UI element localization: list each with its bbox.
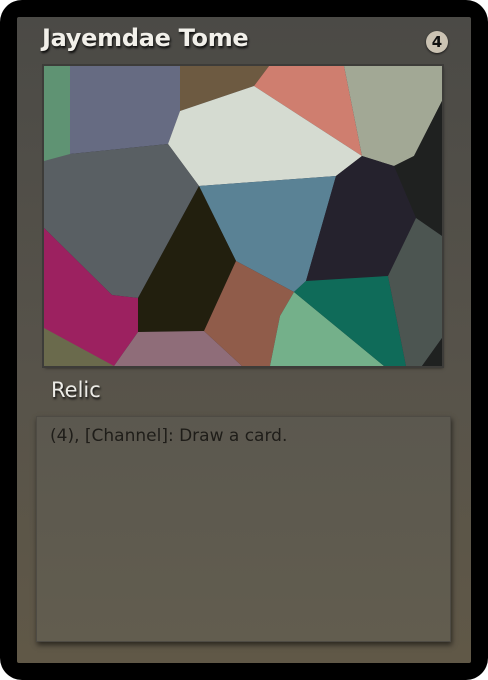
rules-text: (4), [Channel]: Draw a card. xyxy=(50,426,288,446)
rules-text-box: (4), [Channel]: Draw a card. xyxy=(36,416,451,642)
type-line: Relic xyxy=(51,378,101,402)
art-region-slate-blue xyxy=(70,66,180,154)
card-art xyxy=(44,66,442,366)
card-art-image xyxy=(44,66,442,366)
card-name: Jayemdae Tome xyxy=(42,24,249,52)
art-region-green xyxy=(44,66,70,161)
mana-cost-badge: 4 xyxy=(426,31,448,53)
game-card[interactable]: Jayemdae Tome 4 Relic (4), [Channel]: Dr… xyxy=(0,0,488,680)
